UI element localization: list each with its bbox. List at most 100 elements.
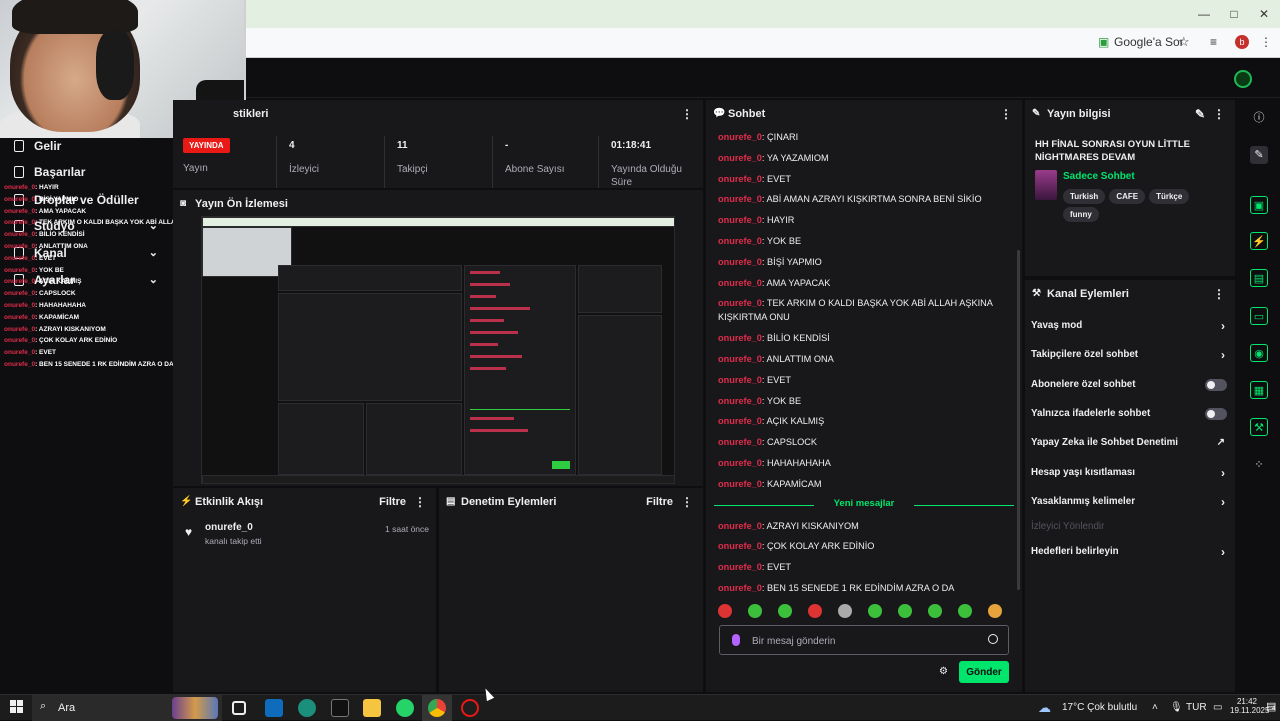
chat-username[interactable]: onurefe_0 bbox=[4, 361, 35, 368]
followers-only-chat-item[interactable]: Takipçilere özel sohbet › bbox=[1031, 345, 1229, 365]
ad-icon[interactable]: ▦ bbox=[1250, 381, 1268, 399]
send-button[interactable]: Gönder bbox=[959, 661, 1009, 683]
taskbar-search[interactable]: ⌕ Ara bbox=[32, 695, 222, 721]
chat-username[interactable]: onurefe_0 bbox=[4, 196, 35, 203]
chat-username[interactable]: onurefe_0 bbox=[4, 243, 35, 250]
chat-username[interactable]: onurefe_0 bbox=[718, 215, 762, 225]
chat-username[interactable]: onurefe_0 bbox=[718, 153, 762, 163]
chat-username[interactable]: onurefe_0 bbox=[4, 278, 35, 285]
chat-username[interactable]: onurefe_0 bbox=[4, 208, 35, 215]
windows-start-icon[interactable] bbox=[10, 700, 24, 714]
chat-username[interactable]: onurefe_0 bbox=[4, 349, 35, 356]
more-options-icon[interactable]: ⋮ bbox=[1213, 100, 1225, 128]
chat-username[interactable]: onurefe_0 bbox=[718, 541, 762, 551]
set-goals-item[interactable]: Hedefleri belirleyin › bbox=[1031, 542, 1229, 562]
chat-username[interactable]: onurefe_0 bbox=[4, 314, 35, 321]
weather-text[interactable]: 17°C Çok bulutlu bbox=[1062, 702, 1137, 713]
chat-username[interactable]: onurefe_0 bbox=[718, 583, 762, 593]
emote-icon[interactable] bbox=[778, 604, 792, 618]
chat-username[interactable]: onurefe_0 bbox=[718, 333, 762, 343]
more-options-icon[interactable]: ⋮ bbox=[1000, 100, 1012, 128]
wrench-icon[interactable]: ⚒ bbox=[1250, 418, 1268, 436]
emote-icon[interactable] bbox=[838, 604, 852, 618]
chat-username[interactable]: onurefe_0 bbox=[4, 326, 35, 333]
network-icon[interactable]: ▭ bbox=[1213, 702, 1222, 713]
chat-username[interactable]: onurefe_0 bbox=[718, 479, 762, 489]
notes-icon[interactable]: ▤ bbox=[1250, 269, 1268, 287]
tag[interactable]: CAFE bbox=[1109, 189, 1146, 204]
activity-user[interactable]: onurefe_0 bbox=[205, 522, 253, 533]
chat-username[interactable]: onurefe_0 bbox=[718, 278, 762, 288]
activity-item[interactable]: ♥ onurefe_0 kanalı takip etti 1 saat önc… bbox=[183, 522, 429, 552]
tag[interactable]: Turkish bbox=[1063, 189, 1106, 204]
bookmark-star-icon[interactable]: ☆ bbox=[1178, 32, 1190, 52]
emote-icon[interactable] bbox=[988, 604, 1002, 618]
chat-username[interactable]: onurefe_0 bbox=[4, 302, 35, 309]
close-icon[interactable]: ✕ bbox=[1256, 6, 1272, 22]
capcut-icon[interactable] bbox=[331, 699, 349, 717]
media-control-icon[interactable]: ≡ bbox=[1210, 32, 1217, 52]
chat-username[interactable]: onurefe_0 bbox=[718, 194, 762, 204]
ai-chat-moderation-item[interactable]: Yapay Zeka ile Sohbet Denetimi ↗ bbox=[1031, 433, 1229, 453]
more-options-icon[interactable]: ⋮ bbox=[681, 488, 693, 516]
emote-only-toggle[interactable] bbox=[1205, 408, 1227, 420]
maximize-icon[interactable]: □ bbox=[1226, 6, 1242, 22]
language-indicator[interactable]: TUR bbox=[1186, 702, 1207, 713]
microphone-tray-icon[interactable]: 🎙 bbox=[1170, 702, 1183, 713]
tag[interactable]: funny bbox=[1063, 207, 1099, 222]
chrome-icon[interactable] bbox=[428, 699, 446, 717]
tray-chevron-icon[interactable]: ˄ bbox=[1152, 702, 1158, 713]
tag[interactable]: Türkçe bbox=[1149, 189, 1190, 204]
file-explorer-icon[interactable] bbox=[363, 699, 381, 717]
clock[interactable]: 21:42 19.11.2025 bbox=[1230, 697, 1269, 715]
chat-username[interactable]: onurefe_0 bbox=[718, 174, 762, 184]
chat-bubble-icon[interactable]: ▭ bbox=[1250, 307, 1268, 325]
add-action-icon[interactable]: ⁘ bbox=[1250, 456, 1268, 474]
emoji-icon[interactable] bbox=[988, 634, 998, 644]
emote-icon[interactable] bbox=[718, 604, 732, 618]
emote-icon[interactable] bbox=[958, 604, 972, 618]
info-icon[interactable]: ⓘ bbox=[1250, 109, 1268, 127]
stream-category[interactable]: Sadece Sohbet bbox=[1063, 171, 1135, 182]
category-thumbnail[interactable] bbox=[1035, 170, 1057, 200]
chat-input[interactable] bbox=[752, 633, 972, 649]
chat-username[interactable]: onurefe_0 bbox=[718, 458, 762, 468]
chat-username[interactable]: onurefe_0 bbox=[718, 375, 762, 385]
banned-words-item[interactable]: Yasaklanmış kelimeler › bbox=[1031, 492, 1229, 512]
more-options-icon[interactable]: ⋮ bbox=[681, 100, 693, 128]
chat-username[interactable]: onurefe_0 bbox=[4, 290, 35, 297]
chat-username[interactable]: onurefe_0 bbox=[4, 267, 35, 274]
obs-icon[interactable] bbox=[461, 699, 479, 717]
sidebar-item-basarilar[interactable]: Başarılar bbox=[0, 160, 172, 184]
chat-username[interactable]: onurefe_0 bbox=[4, 231, 35, 238]
profile-avatar[interactable]: b bbox=[1235, 35, 1249, 49]
slow-mode-item[interactable]: Yavaş mod › bbox=[1031, 316, 1229, 336]
more-options-icon[interactable]: ⋮ bbox=[1213, 280, 1225, 308]
chat-username[interactable]: onurefe_0 bbox=[718, 257, 762, 267]
more-options-icon[interactable]: ⋮ bbox=[414, 488, 426, 516]
chat-username[interactable]: onurefe_0 bbox=[718, 396, 762, 406]
chat-scrollbar[interactable] bbox=[1017, 250, 1020, 590]
chat-username[interactable]: onurefe_0 bbox=[4, 184, 35, 191]
chat-username[interactable]: onurefe_0 bbox=[718, 298, 762, 308]
google-ask-button[interactable]: Google'a Sor bbox=[1098, 32, 1184, 52]
broadcast-icon[interactable]: ◉ bbox=[1250, 344, 1268, 362]
pencil-icon[interactable]: ✎ bbox=[1250, 146, 1268, 164]
activity-filter-button[interactable]: Filtre bbox=[379, 488, 406, 516]
chat-username[interactable]: onurefe_0 bbox=[718, 354, 762, 364]
whatsapp-icon[interactable] bbox=[396, 699, 414, 717]
chat-username[interactable]: onurefe_0 bbox=[718, 562, 762, 572]
clip-icon[interactable]: ▣ bbox=[1250, 196, 1268, 214]
chat-username[interactable]: onurefe_0 bbox=[718, 132, 762, 142]
chat-settings-icon[interactable]: ⚙ bbox=[939, 666, 948, 677]
task-view-icon[interactable] bbox=[232, 701, 246, 715]
chat-username[interactable]: onurefe_0 bbox=[4, 219, 35, 226]
microphone-icon[interactable] bbox=[732, 634, 740, 646]
chat-username[interactable]: onurefe_0 bbox=[718, 236, 762, 246]
emote-icon[interactable] bbox=[928, 604, 942, 618]
account-age-restriction-item[interactable]: Hesap yaşı kısıtlaması › bbox=[1031, 463, 1229, 483]
moderation-filter-button[interactable]: Filtre bbox=[646, 488, 673, 516]
emote-icon[interactable] bbox=[748, 604, 762, 618]
browser-menu-icon[interactable]: ⋮ bbox=[1260, 32, 1272, 52]
minimize-icon[interactable]: — bbox=[1196, 6, 1212, 22]
